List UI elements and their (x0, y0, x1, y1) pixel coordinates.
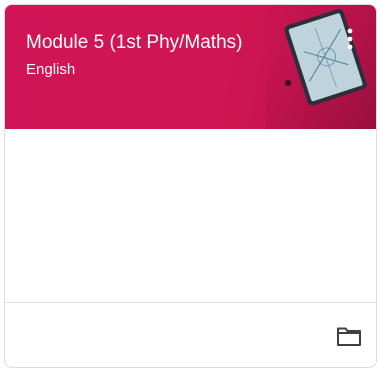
tablet-illustration-icon (266, 5, 376, 129)
class-subtitle: English (26, 61, 76, 78)
more-vert-icon (347, 28, 353, 50)
class-title[interactable]: Module 5 (1st Phy/Maths) (26, 31, 242, 55)
more-options-button[interactable] (338, 25, 362, 53)
folder-icon (337, 327, 361, 346)
class-card[interactable]: Module 5 (1st Phy/Maths) English (4, 4, 377, 368)
card-divider (5, 302, 376, 303)
open-folder-button[interactable] (334, 323, 364, 349)
class-card-header[interactable]: Module 5 (1st Phy/Maths) English (5, 5, 376, 129)
